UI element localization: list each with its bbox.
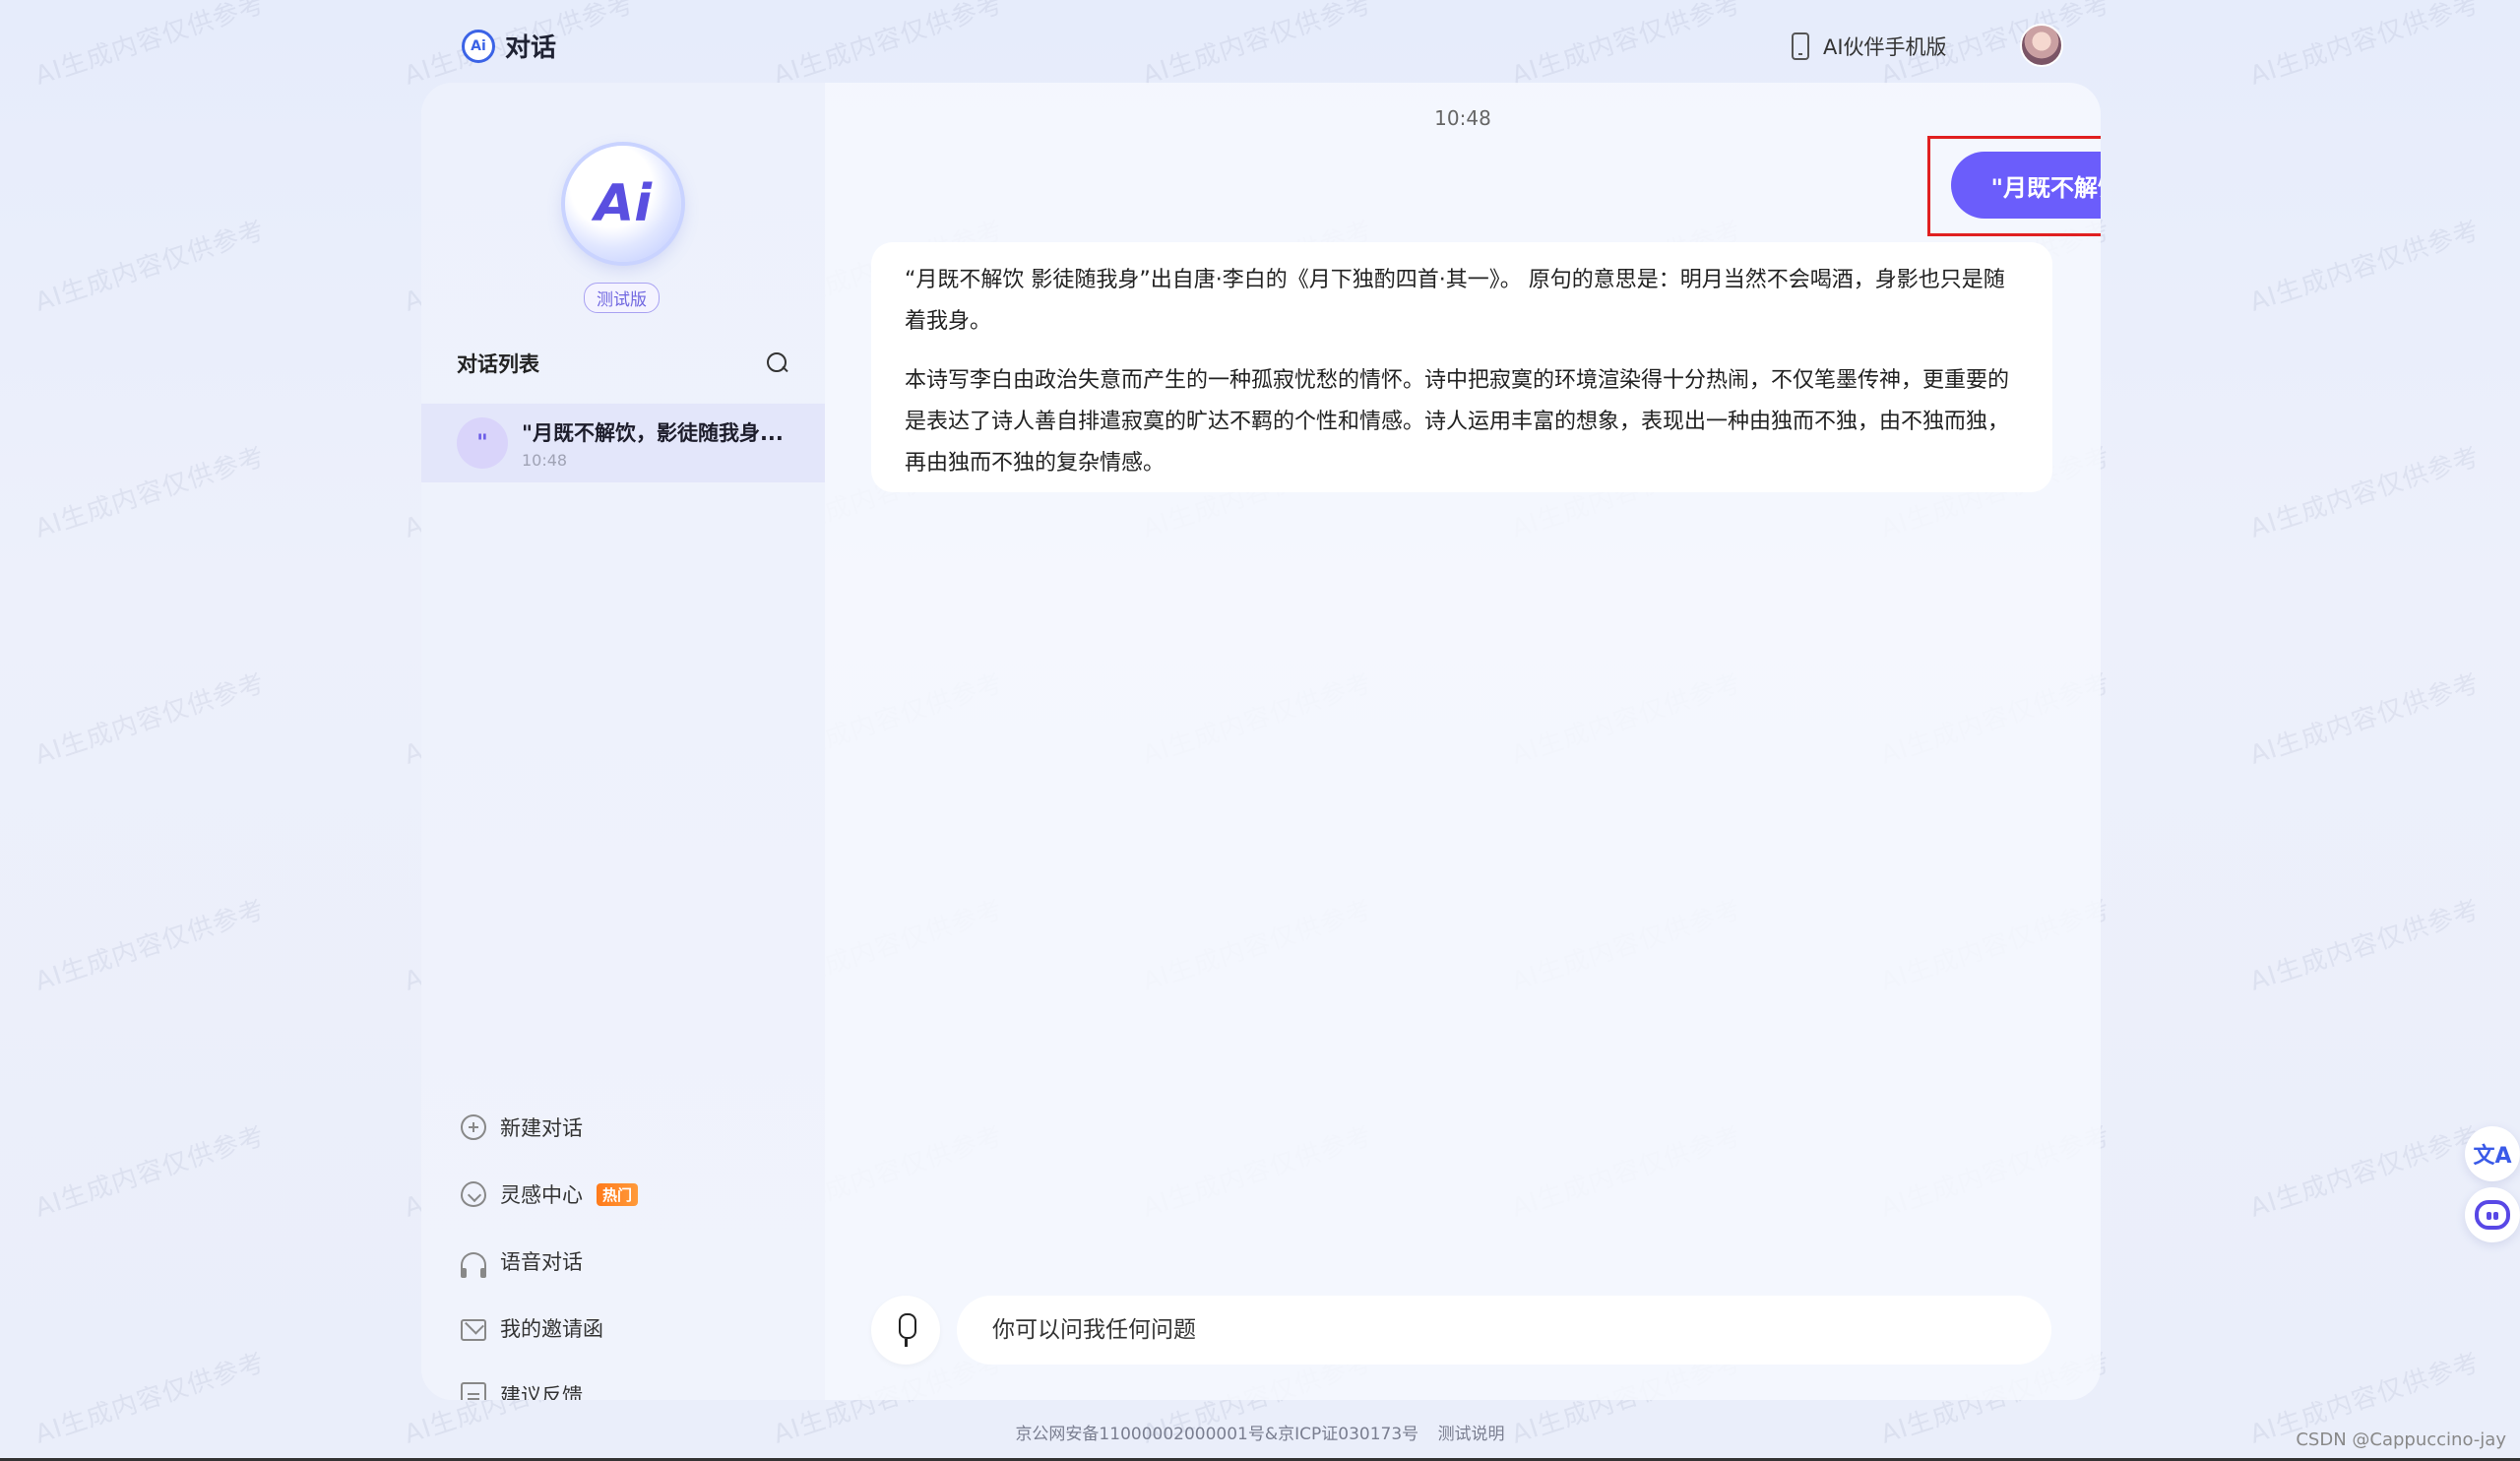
voice-input-button[interactable]: [871, 1296, 940, 1365]
watermark-text: AI生成内容仅供参考: [32, 667, 269, 771]
search-icon[interactable]: [766, 351, 789, 375]
brand[interactable]: Ai 对话: [462, 28, 556, 64]
mobile-version-link[interactable]: AI伙伴手机版: [1792, 32, 1947, 61]
watermark-text: AI生成内容仅供参考: [2246, 894, 2484, 997]
assistant-bot-button[interactable]: [2465, 1187, 2520, 1242]
translate-button[interactable]: 文A: [2465, 1126, 2520, 1181]
watermark-text: AI生成内容仅供参考: [32, 1120, 269, 1224]
menu-item-feedback[interactable]: 建议反馈: [461, 1382, 638, 1400]
watermark-text: AI生成内容仅供参考: [2246, 215, 2484, 318]
beta-badge: 测试版: [584, 283, 660, 313]
sidebar-menu: 新建对话 灵感中心 热门 语音对话 我的邀请函 建议反馈: [461, 1114, 639, 1400]
ai-assistant-logo-icon: Ai: [565, 146, 681, 262]
menu-item-label: 新建对话: [500, 1116, 583, 1140]
watermark-text: AI生成内容仅供参考: [2246, 441, 2484, 544]
user-avatar[interactable]: [2020, 24, 2063, 67]
chat-input[interactable]: [992, 1317, 2051, 1343]
mail-icon: [461, 1319, 486, 1341]
conversation-list-title: 对话列表: [457, 352, 539, 376]
menu-item-label: 建议反馈: [500, 1384, 583, 1400]
conversation-item[interactable]: " "月既不解饮，影徒随我身... 10:48: [421, 404, 825, 482]
watermark-text: AI生成内容仅供参考: [32, 441, 269, 544]
sidebar: Ai 测试版 对话列表 " "月既不解饮，影徒随我身... 10:48 新建对话…: [421, 83, 825, 1400]
conversation-text: "月既不解饮，影徒随我身... 10:48: [522, 417, 797, 470]
microphone-icon: [895, 1313, 916, 1347]
menu-item-voice-chat[interactable]: 语音对话: [461, 1248, 638, 1278]
menu-item-label: 语音对话: [500, 1250, 583, 1274]
chat-input-container: [957, 1296, 2051, 1365]
mobile-version-label: AI伙伴手机版: [1823, 35, 1947, 59]
chat-area: 10:48 "月既不解饮，影徒随我身。"是什么意思 “月既不解饮 影徒随我身”出…: [825, 83, 2101, 1400]
quote-icon: ": [457, 417, 508, 469]
ai-response-paragraph: 本诗写李白由政治失意而产生的一种孤寂忧愁的情怀。诗中把寂寞的环境渲染得十分热闹，…: [905, 368, 2010, 476]
message-timestamp: 10:48: [1434, 106, 1491, 130]
headset-icon: [461, 1252, 486, 1278]
plus-circle-icon: [461, 1114, 486, 1140]
conversation-title: "月既不解饮，影徒随我身...: [522, 420, 784, 445]
ai-response-paragraph: “月既不解饮 影徒随我身”出自唐·李白的《月下独酌四首·其一》。 原句的意思是：…: [905, 268, 2005, 334]
menu-item-invitation[interactable]: 我的邀请函: [461, 1315, 638, 1341]
bulb-icon: [461, 1181, 486, 1207]
phone-icon: [1792, 32, 1809, 60]
conversation-list-header: 对话列表: [457, 349, 789, 378]
bot-icon: [2475, 1200, 2510, 1230]
watermark-text: AI生成内容仅供参考: [2246, 667, 2484, 771]
hot-badge: 热门: [597, 1182, 639, 1206]
watermark-text: AI生成内容仅供参考: [32, 215, 269, 318]
menu-item-new-chat[interactable]: 新建对话: [461, 1114, 638, 1140]
user-message-bubble[interactable]: "月既不解饮，影徒随我身。"是什么意思: [1951, 152, 2101, 219]
main-panel: Ai 测试版 对话列表 " "月既不解饮，影徒随我身... 10:48 新建对话…: [421, 83, 2101, 1400]
csdn-credit: CSDN @Cappuccino-jay: [2296, 1429, 2506, 1450]
edit-icon: [461, 1382, 486, 1400]
watermark-text: AI生成内容仅供参考: [32, 894, 269, 997]
menu-item-inspiration[interactable]: 灵感中心 热门: [461, 1181, 639, 1207]
conversation-time: 10:48: [522, 450, 568, 470]
icp-license: 京公网安备11000002000001号&京ICP证030173号: [1015, 1425, 1419, 1444]
watermark-text: AI生成内容仅供参考: [2246, 1120, 2484, 1224]
test-note-link[interactable]: 测试说明: [1438, 1425, 1505, 1444]
app-logo-icon: Ai: [462, 29, 495, 63]
translate-icon: 文A: [2473, 1144, 2512, 1169]
menu-item-label: 灵感中心: [500, 1183, 583, 1207]
menu-item-label: 我的邀请函: [500, 1317, 603, 1341]
app-title: 对话: [505, 33, 557, 63]
top-bar: Ai 对话 AI伙伴手机版: [0, 0, 2520, 95]
ai-response-bubble[interactable]: “月既不解饮 影徒随我身”出自唐·李白的《月下独酌四首·其一》。 原句的意思是：…: [871, 242, 2052, 492]
footer: 京公网安备11000002000001号&京ICP证030173号 测试说明: [0, 1420, 2520, 1444]
